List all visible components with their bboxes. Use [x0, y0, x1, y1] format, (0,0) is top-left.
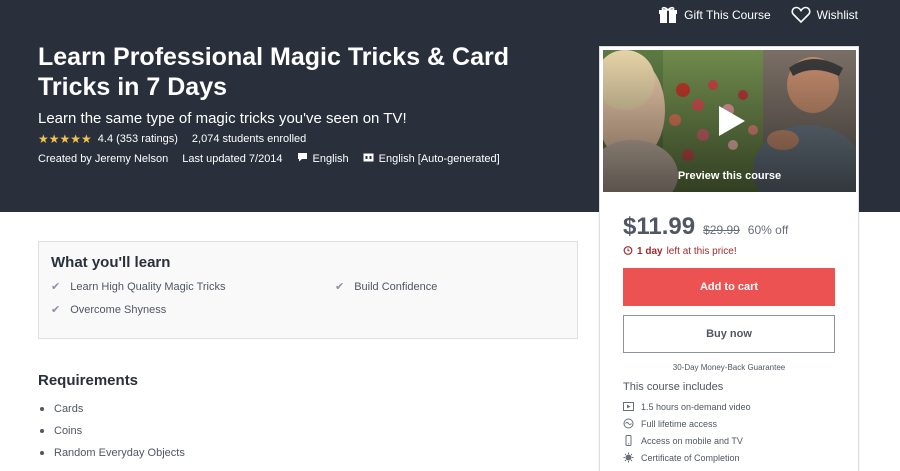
- gift-course-button[interactable]: Gift This Course: [658, 6, 771, 24]
- heart-icon: [791, 6, 811, 24]
- instructor-credit[interactable]: Created by Jeremy Nelson: [38, 153, 168, 165]
- checkmark-icon: ✔: [335, 281, 345, 293]
- star-rating-icon: ★★★★★: [38, 132, 92, 146]
- course-subtitle: Learn the same type of magic tricks you'…: [38, 110, 407, 127]
- requirement-label: Coins: [54, 425, 83, 437]
- requirements-list: Cards Coins Random Everyday Objects: [38, 398, 185, 464]
- includes-item: Certificate of Completion: [623, 449, 751, 466]
- captions-info: English [Auto-generated]: [363, 153, 500, 165]
- current-price: $11.99: [623, 213, 696, 240]
- learn-heading: What you'll learn: [51, 254, 171, 271]
- top-actions: Gift This Course Wishlist: [658, 6, 858, 24]
- language-info: English: [297, 152, 349, 165]
- mobile-icon: [623, 435, 634, 446]
- buy-now-button[interactable]: Buy now: [623, 315, 835, 353]
- bullet-icon: [40, 407, 44, 411]
- rating-row: ★★★★★ 4.4 (353 ratings) 2,074 students e…: [38, 132, 306, 146]
- bullet-icon: [40, 451, 44, 455]
- price-row: $11.99 $29.99 60% off: [623, 213, 788, 241]
- infinity-icon: [623, 418, 634, 429]
- alarm-clock-icon: [623, 245, 633, 258]
- includes-heading: This course includes: [623, 381, 724, 393]
- course-meta: Created by Jeremy Nelson Last updated 7/…: [38, 152, 514, 165]
- rating-text[interactable]: 4.4 (353 ratings): [98, 133, 178, 145]
- course-preview-video[interactable]: Preview this course: [603, 50, 856, 192]
- requirement-item: Coins: [38, 420, 185, 442]
- original-price: $29.99: [703, 223, 740, 237]
- requirements-heading: Requirements: [38, 372, 139, 389]
- includes-label: Full lifetime access: [641, 418, 718, 429]
- gift-icon: [658, 6, 678, 24]
- money-back-guarantee: 30-Day Money-Back Guarantee: [672, 363, 786, 372]
- wishlist-button[interactable]: Wishlist: [791, 6, 858, 24]
- learn-item-label: Learn High Quality Magic Tricks: [70, 280, 226, 293]
- includes-label: Certificate of Completion: [641, 452, 740, 463]
- checkmark-icon: ✔: [51, 304, 61, 316]
- requirement-item: Random Everyday Objects: [38, 442, 185, 464]
- gift-label: Gift This Course: [684, 8, 771, 22]
- timer-text: left at this price!: [666, 246, 737, 257]
- what-you-learn-box: What you'll learn ✔ Learn High Quality M…: [38, 241, 578, 339]
- video-icon: [623, 402, 634, 411]
- play-icon[interactable]: [714, 104, 748, 138]
- purchase-card: Preview this course $11.99 $29.99 60% of…: [599, 46, 859, 471]
- requirement-item: Cards: [38, 398, 185, 420]
- certificate-icon: [623, 452, 634, 463]
- course-title: Learn Professional Magic Tricks & Card T…: [38, 43, 509, 101]
- includes-list: 1.5 hours on-demand video Full lifetime …: [623, 398, 751, 466]
- bullet-icon: [40, 429, 44, 433]
- discount-percent: 60% off: [747, 223, 789, 237]
- checkmark-icon: ✔: [51, 281, 61, 293]
- learn-item: ✔ Overcome Shyness: [51, 303, 167, 317]
- requirement-label: Random Everyday Objects: [54, 447, 185, 459]
- includes-label: 1.5 hours on-demand video: [641, 401, 751, 412]
- learn-item-label: Build Confidence: [354, 280, 438, 293]
- price-timer: 1 day left at this price!: [623, 245, 737, 258]
- includes-label: Access on mobile and TV: [641, 435, 743, 446]
- last-updated: Last updated 7/2014: [182, 152, 283, 165]
- learn-item-label: Overcome Shyness: [70, 303, 167, 316]
- learn-item: ✔ Build Confidence: [335, 280, 438, 294]
- closed-captions-icon: [363, 153, 374, 165]
- timer-days: 1 day: [637, 246, 663, 257]
- includes-item: 1.5 hours on-demand video: [623, 398, 751, 415]
- captions-label: English [Auto-generated]: [378, 152, 500, 165]
- preview-label: Preview this course: [677, 170, 782, 182]
- includes-item: Full lifetime access: [623, 415, 751, 432]
- add-to-cart-button[interactable]: Add to cart: [623, 268, 835, 306]
- enrolled-count: 2,074 students enrolled: [191, 133, 307, 145]
- learn-item: ✔ Learn High Quality Magic Tricks: [51, 280, 226, 294]
- language-label: English: [312, 152, 349, 165]
- wishlist-label: Wishlist: [816, 8, 858, 22]
- includes-item: Access on mobile and TV: [623, 432, 751, 449]
- speech-bubble-icon: [297, 152, 308, 165]
- requirement-label: Cards: [54, 403, 84, 415]
